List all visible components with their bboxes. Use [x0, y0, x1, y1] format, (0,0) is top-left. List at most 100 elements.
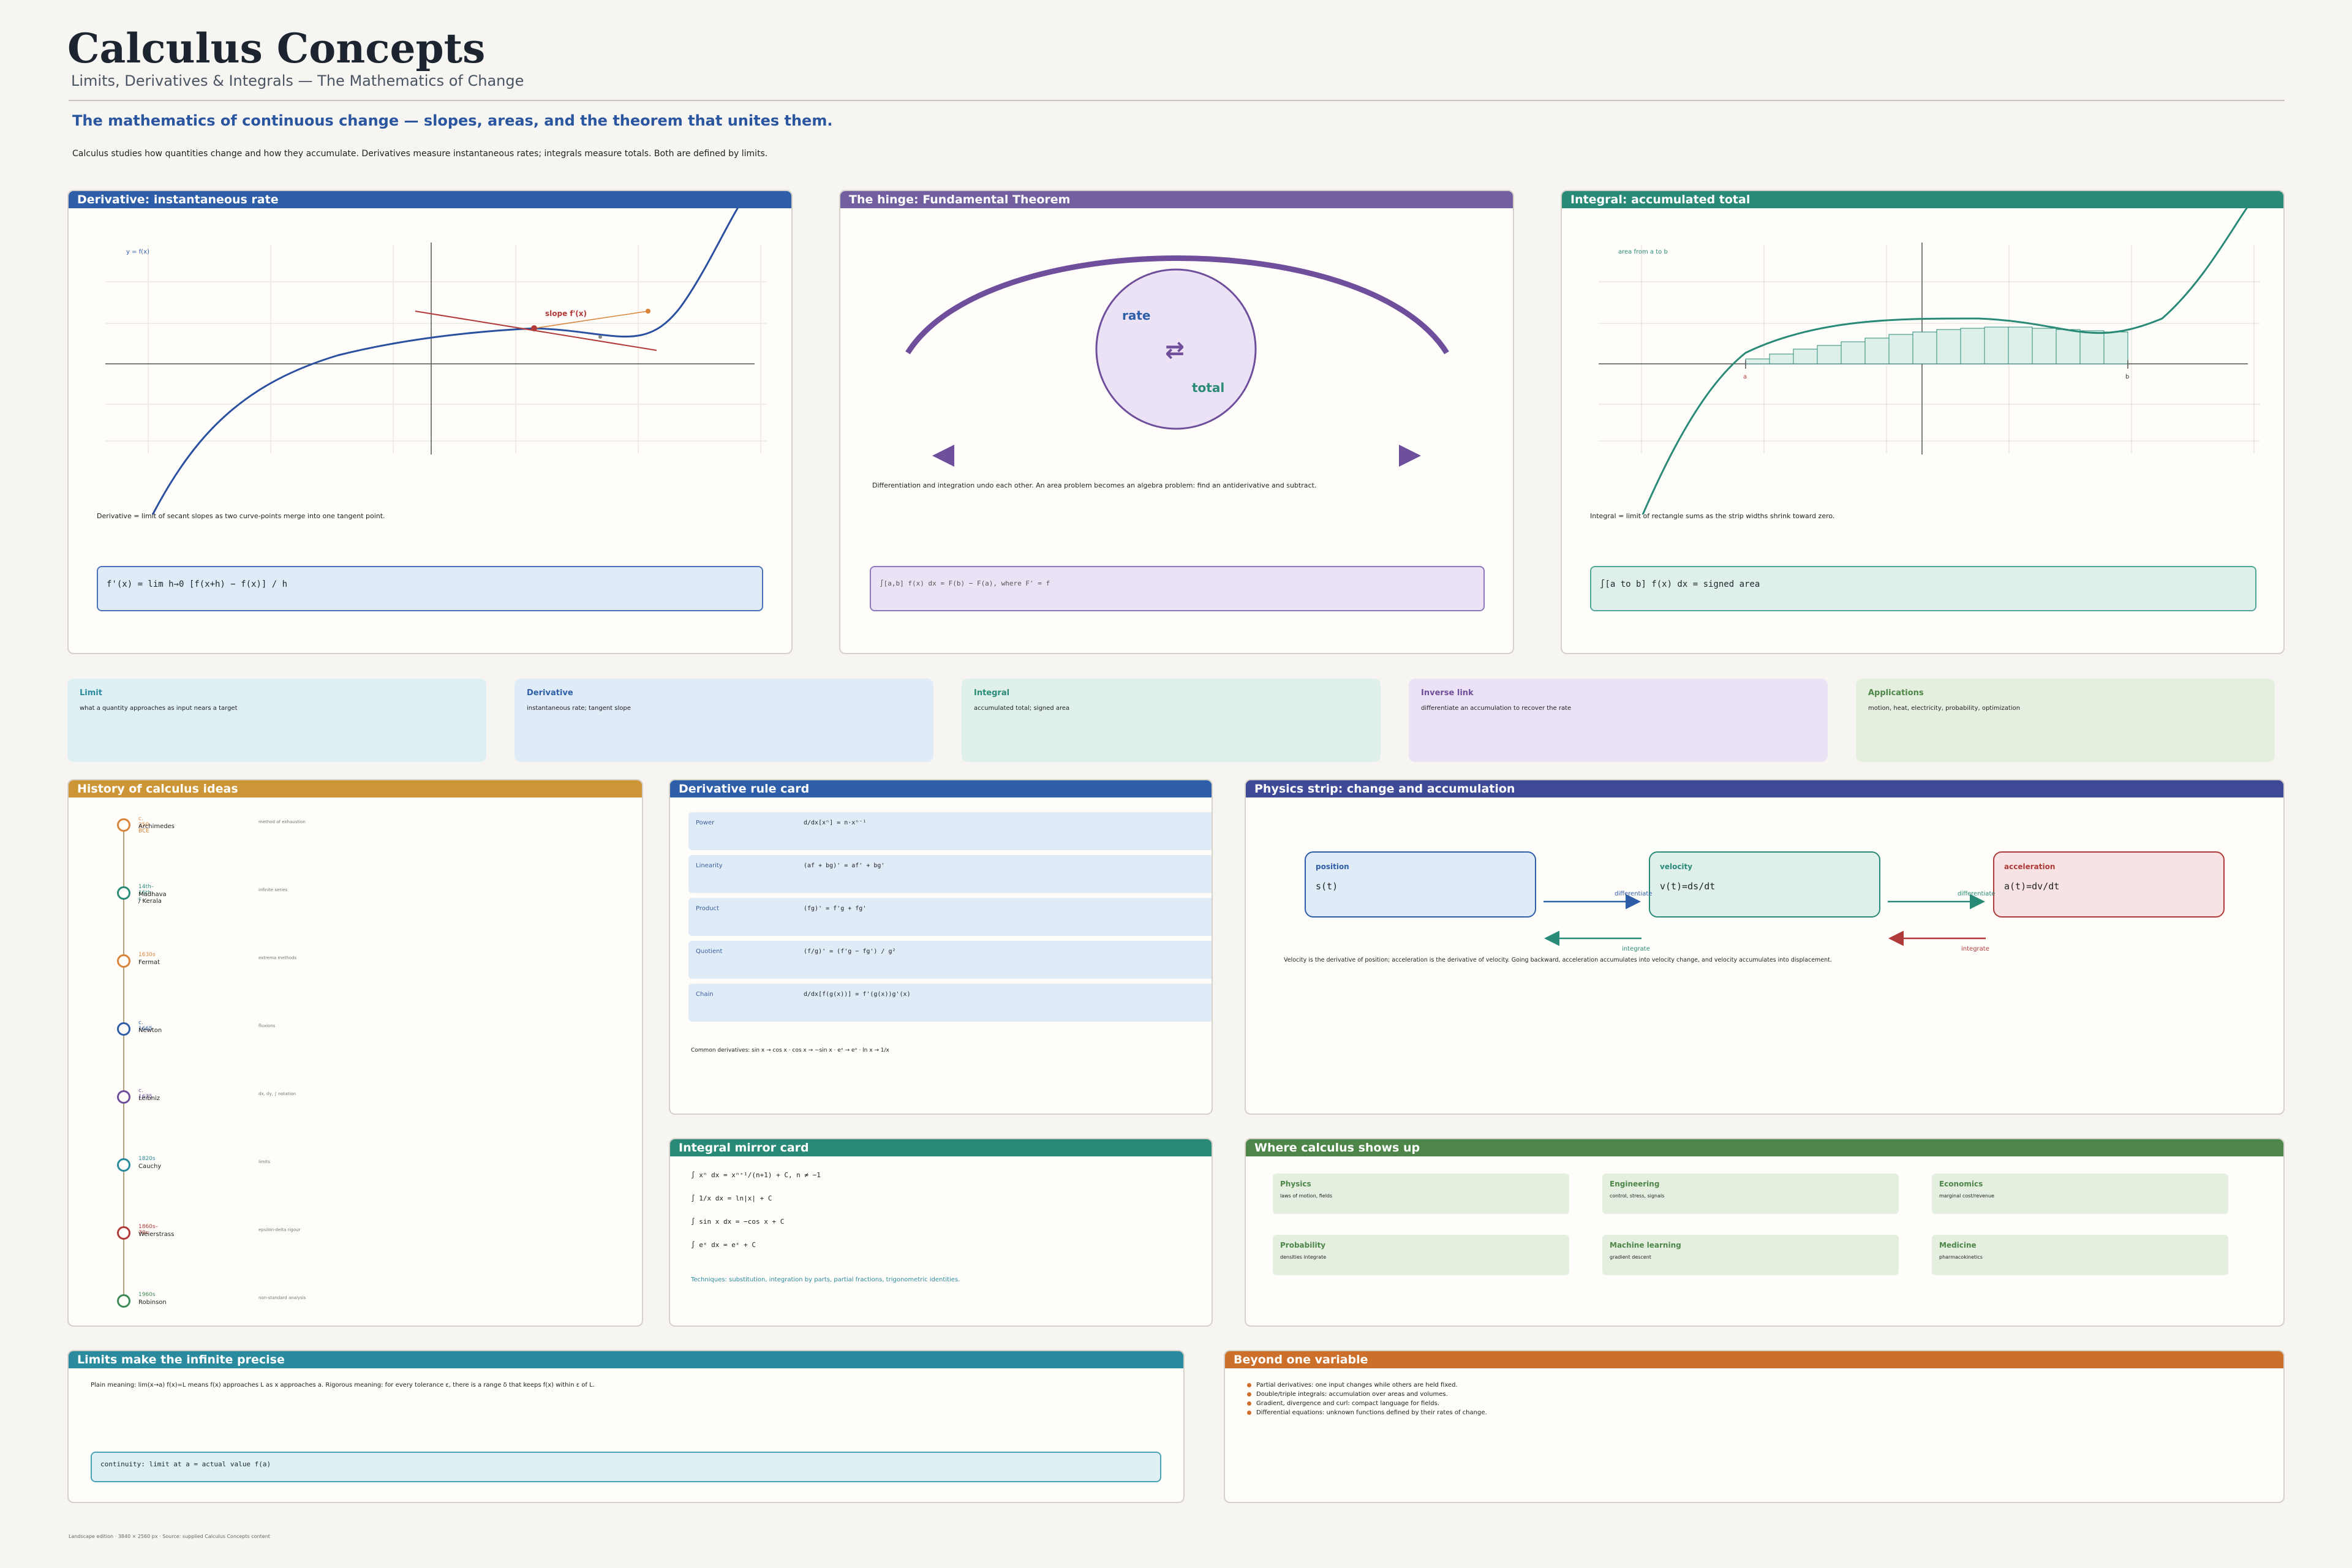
- beyond-bullet: Partial derivatives: one input changes w…: [1247, 1382, 1458, 1389]
- physics-arrows: differentiate integrate differentiate in…: [1544, 891, 1995, 952]
- concept-title: Applications: [1868, 688, 1924, 698]
- riemann-strip: [1864, 337, 1890, 364]
- physics-caption: Velocity is the derivative of position; …: [1284, 957, 1832, 963]
- right-arrow-icon: [1399, 445, 1421, 467]
- applications-panel: Where calculus shows up Physics laws of m…: [1245, 1138, 2285, 1327]
- rule-name: Chain: [696, 991, 714, 998]
- limits-panel-title: Limits make the infinite precise: [69, 1351, 1183, 1368]
- riemann-strip: [2008, 326, 2033, 364]
- application-desc: pharmacokinetics: [1939, 1254, 1983, 1260]
- concept-card-integral: Integral accumulated total; signed area: [962, 679, 1381, 762]
- ftc-panel-title: The hinge: Fundamental Theorem: [840, 191, 1513, 208]
- rule-row-power: Power d/dx[xⁿ] = n·xⁿ⁻¹: [688, 812, 1212, 850]
- riemann-strip: [1817, 345, 1842, 364]
- bullet-dot-icon: [1247, 1392, 1251, 1396]
- rule-name: Power: [696, 820, 715, 826]
- application-title: Economics: [1939, 1180, 1983, 1188]
- timeline-name: Robinson: [138, 1299, 167, 1306]
- application-title: Probability: [1280, 1241, 1326, 1250]
- swap-icon: ⇄: [1165, 336, 1185, 363]
- rule-formula: d/dx[f(g(x))] = f'(g(x))g'(x): [804, 991, 911, 998]
- riemann-strip: [2056, 329, 2081, 364]
- derivative-graph: y = f(x) slope f'(x): [105, 208, 767, 514]
- bullet-dot-icon: [1247, 1382, 1251, 1387]
- timeline-note: non-standard analysis: [258, 1295, 306, 1300]
- application-desc: gradient descent: [1610, 1254, 1651, 1260]
- riemann-strip: [1745, 358, 1770, 364]
- history-panel: History of calculus ideas c. 250 BCE Arch…: [67, 779, 643, 1327]
- limits-panel: Limits make the infinite precise Plain m…: [67, 1350, 1185, 1503]
- integral-mirror-panel: Integral mirror card ∫ xⁿ dx = xⁿ⁺¹/(n+1…: [669, 1138, 1213, 1327]
- history-panel-title: History of calculus ideas: [69, 780, 642, 797]
- timeline-note: infinite series: [258, 888, 288, 892]
- concept-card-derivative: Derivative instantaneous rate; tangent sl…: [514, 679, 933, 762]
- beyond-bullet-text: Gradient, divergence and curl: compact l…: [1256, 1400, 1440, 1407]
- concept-desc: motion, heat, electricity, probability, …: [1868, 705, 2021, 712]
- application-desc: marginal cost/revenue: [1939, 1193, 1994, 1199]
- rule-row-product: Product (fg)' = f'g + fg': [688, 898, 1212, 936]
- integral-formula-line: ∫ sin x dx = −cos x + C: [691, 1218, 785, 1226]
- timeline-dot-icon: [117, 1090, 130, 1104]
- riemann-strip: [1984, 326, 2009, 364]
- timeline-dot-icon: [117, 1294, 130, 1308]
- rule-name: Quotient: [696, 948, 723, 955]
- application-card-physics: Physics laws of motion, fields: [1273, 1174, 1569, 1214]
- timeline-dot-icon: [117, 954, 130, 968]
- riemann-strip: [2103, 331, 2128, 364]
- arrow-label-differentiate-1: differentiate: [1615, 891, 1652, 897]
- rules-panel-title: Derivative rule card: [670, 780, 1212, 797]
- timeline-dot-icon: [117, 886, 130, 900]
- rule-formula: (f/g)' = (f'g − fg') / g²: [804, 948, 896, 955]
- timeline-date: 1960s: [138, 1292, 156, 1298]
- riemann-strip: [1793, 349, 1818, 364]
- rule-formula: (af + bg)' = af' + bg': [804, 862, 885, 869]
- derivative-panel-title: Derivative: instantaneous rate: [69, 191, 791, 208]
- beyond-panel: Beyond one variable Partial derivatives:…: [1224, 1350, 2285, 1503]
- rules-footer: Common derivatives: sin x → cos x · cos …: [691, 1047, 889, 1054]
- application-desc: control, stress, signals: [1610, 1193, 1665, 1199]
- physics-panel-title: Physics strip: change and accumulation: [1246, 780, 2283, 797]
- concept-desc: differentiate an accumulation to recover…: [1421, 705, 1572, 712]
- concept-desc: instantaneous rate; tangent slope: [527, 705, 631, 712]
- timeline-date: 1630s: [138, 952, 156, 958]
- b-label: b: [2125, 374, 2129, 380]
- riemann-strip: [1936, 329, 1961, 364]
- rule-name: Linearity: [696, 862, 723, 869]
- rules-panel: Derivative rule card Power d/dx[xⁿ] = n·x…: [669, 779, 1213, 1115]
- beyond-bullet-text: Differential equations: unknown function…: [1256, 1409, 1487, 1416]
- slope-label: slope f'(x): [545, 309, 587, 318]
- riemann-strip: [2032, 328, 2057, 364]
- integral-mirror-title: Integral mirror card: [670, 1139, 1212, 1156]
- applications-panel-title: Where calculus shows up: [1246, 1139, 2283, 1156]
- concept-desc: accumulated total; signed area: [974, 705, 1070, 712]
- application-title: Physics: [1280, 1180, 1311, 1188]
- rule-name: Product: [696, 905, 719, 912]
- rule-row-quotient: Quotient (f/g)' = (f'g − fg') / g²: [688, 941, 1212, 979]
- integral-mirror-footer: Techniques: substitution, integration by…: [691, 1276, 960, 1283]
- timeline-name: Weierstrass: [138, 1231, 175, 1238]
- riemann-strip: [1912, 331, 1937, 364]
- timeline-name: Archimedes: [138, 823, 175, 830]
- timeline-note: limits: [258, 1159, 271, 1164]
- area-label: area from a to b: [1618, 249, 1668, 255]
- concept-title: Derivative: [527, 688, 573, 698]
- tagline: The mathematics of continuous change — s…: [72, 112, 833, 129]
- timeline-name: Cauchy: [138, 1163, 162, 1170]
- beyond-panel-title: Beyond one variable: [1225, 1351, 2283, 1368]
- timeline-note: epsilon-delta rigour: [258, 1227, 301, 1232]
- riemann-strip: [1960, 328, 1985, 364]
- integral-graph: area from a to b a b: [1599, 208, 2260, 514]
- riemann-strip: [2079, 330, 2105, 364]
- integral-formula-line: ∫ xⁿ dx = xⁿ⁺¹/(n+1) + C, n ≠ −1: [691, 1171, 821, 1179]
- application-title: Medicine: [1939, 1241, 1977, 1250]
- timeline-name: Newton: [138, 1027, 162, 1034]
- timeline-note: dx, dy, ∫ notation: [258, 1091, 296, 1096]
- beyond-bullet: Gradient, divergence and curl: compact l…: [1247, 1400, 1439, 1407]
- ftc-caption: Differentiation and integration undo eac…: [872, 481, 1317, 489]
- timeline-dot-icon: [117, 1022, 130, 1036]
- application-title: Engineering: [1610, 1180, 1660, 1188]
- application-card-engineering: Engineering control, stress, signals: [1602, 1174, 1899, 1214]
- a-label: a: [1743, 374, 1747, 380]
- concept-card-inverse-link: Inverse link differentiate an accumulatio…: [1409, 679, 1828, 762]
- concept-title: Inverse link: [1421, 688, 1474, 698]
